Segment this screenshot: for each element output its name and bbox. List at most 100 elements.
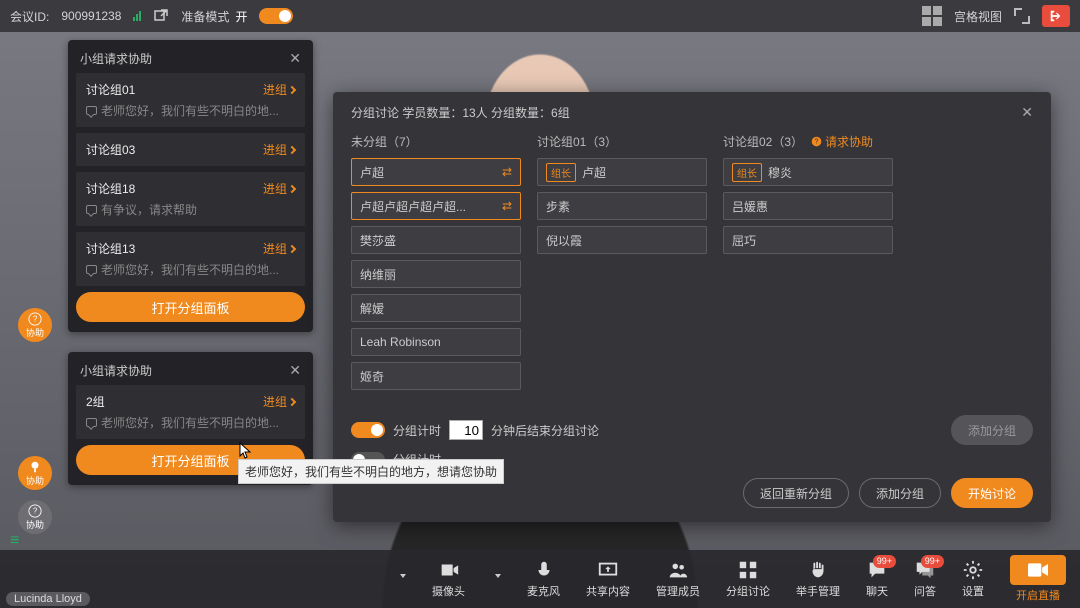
member-chip[interactable]: 组长卢超 [537, 158, 707, 186]
column-header: 讨论组02（3） [723, 133, 803, 150]
member-chip[interactable]: 卢超⇄ [351, 158, 521, 186]
member-chip[interactable]: 解嫒 [351, 294, 521, 322]
chat-icon [86, 205, 97, 214]
tooltip: 老师您好，我们有些不明白的地方，想请您协助 [238, 459, 504, 484]
timer-input[interactable] [449, 420, 483, 440]
assist-item[interactable]: 讨论组18进组 有争议，请求帮助 [76, 172, 305, 226]
enter-group-link[interactable]: 进组 [263, 141, 295, 158]
chat-icon [86, 265, 97, 274]
member-name: 纳维丽 [360, 266, 396, 283]
assist-bubble-2[interactable]: 协助 [18, 456, 52, 490]
assist-item[interactable]: 讨论组01进组 老师您好，我们有些不明白的地... [76, 73, 305, 127]
cursor-icon [239, 442, 253, 460]
caret-icon[interactable] [400, 574, 406, 578]
timer-toggle-on[interactable] [351, 422, 385, 438]
chat-icon [86, 418, 97, 427]
assist-item[interactable]: 2组 进组 老师您好，我们有些不明白的地... [76, 385, 305, 439]
assist-item[interactable]: 讨论组13 进组 老师您好，我们有些不明白的地... [76, 232, 305, 286]
assist-message: 老师您好，我们有些不明白的地... [86, 261, 295, 278]
member-chip[interactable]: 纳维丽 [351, 260, 521, 288]
popout-icon[interactable] [153, 8, 169, 24]
group-name: 2组 [86, 393, 105, 410]
bottom-toolbar: 摄像头 麦克风 共享内容 管理成员 分组讨论 举手管理 99+ 聊天 99+ 问… [0, 550, 1080, 608]
member-chip[interactable]: 屈巧 [723, 226, 893, 254]
open-group-panel-button[interactable]: 打开分组面板 [76, 292, 305, 322]
group-name: 讨论组13 [86, 240, 135, 257]
meeting-id-value: 900991238 [61, 9, 121, 23]
member-name: 屈巧 [732, 232, 756, 249]
assist-panel-1: 小组请求协助 ✕ 讨论组01进组 老师您好，我们有些不明白的地... 讨论组03 进… [68, 40, 313, 332]
share-button[interactable]: 共享内容 [586, 559, 630, 599]
leader-badge: 组长 [546, 163, 576, 182]
assist-item[interactable]: 讨论组03 进组 [76, 133, 305, 166]
member-name: 穆炎 [768, 164, 792, 181]
menu-icon[interactable]: ≡ [10, 532, 19, 550]
column-group-2: 讨论组02（3） ? 请求协助 组长穆炎吕媛惠屈巧 [723, 127, 893, 411]
settings-button[interactable]: 设置 [962, 559, 984, 599]
mode-label: 准备模式 [181, 8, 229, 25]
raise-hand-button[interactable]: 举手管理 [796, 559, 840, 599]
enter-group-link[interactable]: 进组 [263, 180, 295, 197]
restart-breakout-button[interactable]: 返回重新分组 [743, 478, 849, 508]
enter-group-link[interactable]: 进组 [263, 240, 295, 257]
member-name: 倪以霞 [546, 232, 582, 249]
assist-bubble-3[interactable]: ? 协助 [18, 500, 52, 534]
camera-button[interactable]: 摄像头 [432, 559, 465, 599]
assist-message: 老师您好，我们有些不明白的地... [86, 102, 295, 119]
grid-view-label[interactable]: 宫格视图 [954, 8, 1002, 25]
breakout-modal: 分组讨论 学员数量：13人 分组数量：6组 ✕ 未分组（7） 卢超⇄卢超卢超卢超… [333, 92, 1051, 522]
column-header: 讨论组01（3） [537, 133, 617, 150]
timer-label: 分组计时 [393, 422, 441, 439]
column-ungrouped: 未分组（7） 卢超⇄ 卢超卢超卢超卢超... ⇄ 樊莎盛纳维丽解嫒 Leah Robin… [351, 127, 521, 411]
column-header: 未分组（7） [351, 133, 418, 150]
member-chip[interactable]: Leah Robinson [351, 328, 521, 356]
start-discussion-button[interactable]: 开始讨论 [951, 478, 1033, 508]
close-icon[interactable]: ✕ [1021, 104, 1033, 121]
member-name: Leah Robinson [360, 335, 441, 349]
leader-badge: 组长 [732, 163, 762, 182]
member-name: 卢超卢超卢超卢超... [360, 198, 466, 215]
swap-icon[interactable]: ⇄ [502, 199, 512, 213]
chat-button[interactable]: 99+ 聊天 [866, 559, 888, 599]
member-chip[interactable]: 吕媛惠 [723, 192, 893, 220]
member-chip[interactable]: 卢超卢超卢超卢超... ⇄ [351, 192, 521, 220]
help-request-badge[interactable]: ? 请求协助 [811, 133, 873, 150]
member-name: 步素 [546, 198, 570, 215]
member-name: 卢超 [582, 164, 606, 181]
top-bar: 会议ID: 900991238 准备模式 开 宫格视图 [0, 0, 1080, 32]
assist-title: 小组请求协助 [80, 50, 152, 67]
qa-button[interactable]: 99+ 问答 [914, 559, 936, 599]
close-icon[interactable]: ✕ [289, 362, 301, 379]
swap-icon[interactable]: ⇄ [502, 165, 512, 179]
members-button[interactable]: 管理成员 [656, 559, 700, 599]
member-chip[interactable]: 组长穆炎 [723, 158, 893, 186]
svg-text:?: ? [815, 139, 819, 146]
chat-icon [86, 106, 97, 115]
add-group-button[interactable]: 添加分组 [859, 478, 941, 508]
assist-message: 老师您好，我们有些不明白的地... [86, 414, 295, 431]
member-chip[interactable]: 樊莎盛 [351, 226, 521, 254]
member-chip[interactable]: 倪以霞 [537, 226, 707, 254]
assist-bubble-1[interactable]: ? 协助 [18, 308, 52, 342]
grid-view-icon[interactable] [922, 6, 942, 26]
svg-text:?: ? [33, 506, 38, 515]
group-name: 讨论组03 [86, 141, 135, 158]
mic-button[interactable]: 麦克风 [527, 559, 560, 599]
member-name: 解嫒 [360, 300, 384, 317]
close-icon[interactable]: ✕ [289, 50, 301, 67]
member-name: 吕媛惠 [732, 198, 768, 215]
collapse-icon[interactable] [1014, 8, 1030, 24]
column-group-1: 讨论组01（3） 组长卢超步素倪以霞 [537, 127, 707, 411]
caret-icon[interactable] [495, 574, 501, 578]
add-group-disabled-button: 添加分组 [951, 415, 1033, 445]
group-name: 讨论组18 [86, 180, 135, 197]
start-live-button[interactable]: 开启直播 [1010, 555, 1066, 603]
enter-group-link[interactable]: 进组 [263, 81, 295, 98]
mode-toggle[interactable] [259, 8, 293, 24]
username-chip: Lucinda Lloyd [6, 592, 90, 606]
breakout-button[interactable]: 分组讨论 [726, 559, 770, 599]
member-chip[interactable]: 姬奇 [351, 362, 521, 390]
enter-group-link[interactable]: 进组 [263, 393, 295, 410]
exit-button[interactable] [1042, 5, 1070, 27]
member-chip[interactable]: 步素 [537, 192, 707, 220]
